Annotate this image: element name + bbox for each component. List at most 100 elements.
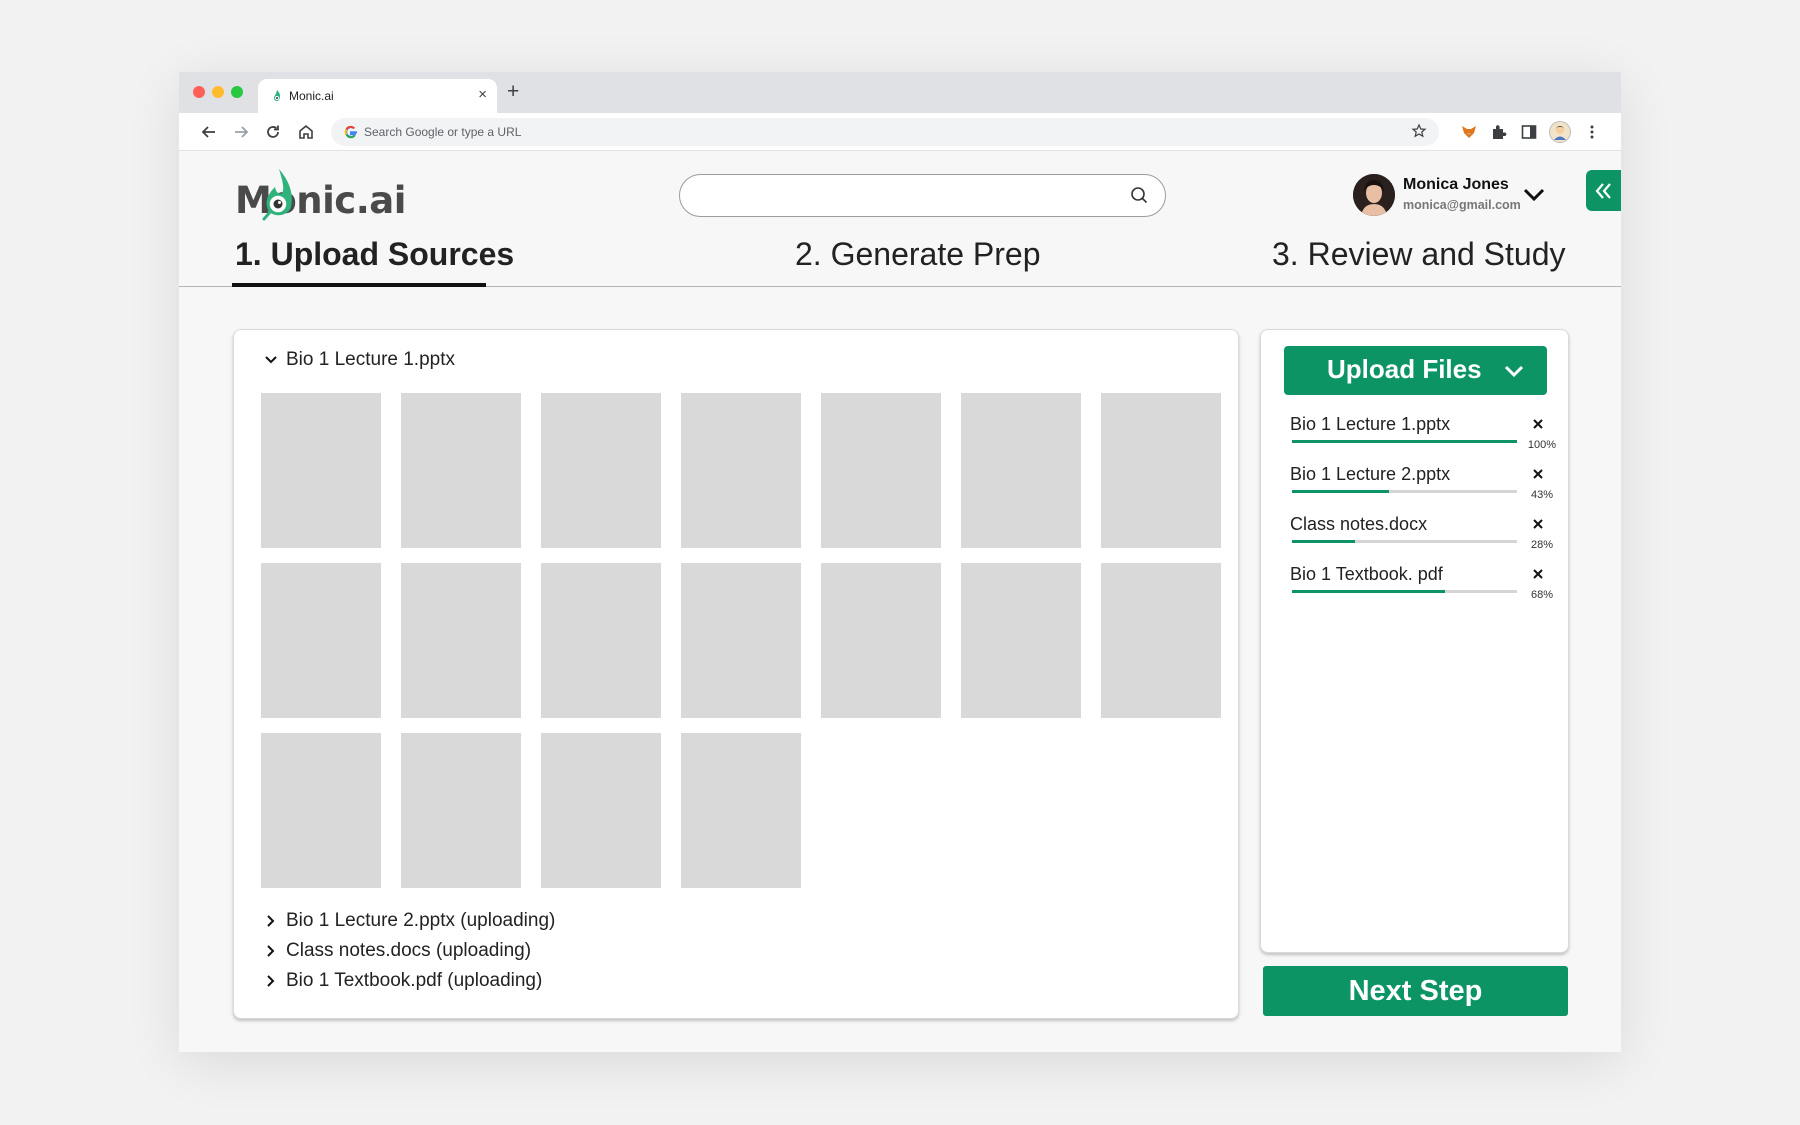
browser-toolbar: Search Google or type a URL <box>179 113 1621 151</box>
slide-thumbnail[interactable] <box>541 563 661 718</box>
active-step-indicator <box>232 283 486 287</box>
upload-files-button[interactable]: Upload Files <box>1284 346 1547 395</box>
chevron-right-icon <box>267 945 275 957</box>
chevron-right-icon <box>267 915 275 927</box>
slide-thumbnail[interactable] <box>401 393 521 548</box>
maximize-window-button[interactable] <box>231 86 243 98</box>
upload-item: Bio 1 Lecture 1.pptx 100% <box>1290 414 1560 462</box>
slide-thumbnail[interactable] <box>401 733 521 888</box>
side-panel-icon[interactable] <box>1520 123 1538 141</box>
user-name: Monica Jones <box>1403 176 1509 193</box>
arrow-right-icon[interactable] <box>231 122 251 142</box>
step-generate-prep[interactable]: 2. Generate Prep <box>795 236 1040 273</box>
chevron-down-icon <box>265 356 277 364</box>
chevron-down-icon <box>1504 365 1524 378</box>
slide-thumbnail[interactable] <box>821 393 941 548</box>
slide-thumbnail[interactable] <box>961 563 1081 718</box>
file-name: Bio 1 Lecture 1.pptx <box>286 349 455 370</box>
slide-thumbnail[interactable] <box>541 733 661 888</box>
more-options-icon[interactable] <box>1583 123 1601 141</box>
close-icon[interactable] <box>1532 468 1544 480</box>
avatar[interactable] <box>1353 174 1395 216</box>
upload-percent: 100% <box>1527 439 1557 451</box>
slide-thumbnail[interactable] <box>401 563 521 718</box>
chevron-right-icon <box>267 975 275 987</box>
upload-progress-fill <box>1292 440 1517 443</box>
upload-file-name: Bio 1 Lecture 1.pptx <box>1290 414 1451 434</box>
slide-thumbnail[interactable] <box>1101 393 1221 548</box>
tab-close-icon[interactable]: × <box>478 86 487 103</box>
upload-item: Class notes.docx 28% <box>1290 514 1560 562</box>
file-row-expanded[interactable]: Bio 1 Lecture 1.pptx <box>264 349 455 371</box>
flame-eye-icon <box>262 169 292 221</box>
upload-file-name: Bio 1 Lecture 2.pptx <box>1290 464 1451 484</box>
next-step-button[interactable]: Next Step <box>1263 966 1568 1016</box>
file-name: Class notes.docs (uploading) <box>286 940 532 961</box>
collapse-panel-button[interactable] <box>1586 170 1621 211</box>
arrow-left-icon[interactable] <box>199 122 219 142</box>
close-window-button[interactable] <box>193 86 205 98</box>
slide-thumbnail[interactable] <box>681 733 801 888</box>
file-row-collapsed[interactable]: Bio 1 Textbook.pdf (uploading) <box>264 970 542 992</box>
puzzle-extension-icon[interactable] <box>1490 123 1508 141</box>
slide-thumbnail[interactable] <box>261 563 381 718</box>
slide-thumbnail[interactable] <box>681 393 801 548</box>
uploads-panel: Upload Files Bio 1 Lecture 1.pptx 100% B… <box>1260 329 1569 953</box>
slide-thumbnail[interactable] <box>1101 563 1221 718</box>
upload-progress-fill <box>1292 590 1445 593</box>
upload-progress-bar <box>1292 490 1517 493</box>
upload-file-name: Class notes.docx <box>1290 514 1428 534</box>
close-icon[interactable] <box>1532 418 1544 430</box>
reload-icon[interactable] <box>263 122 283 142</box>
upload-progress-bar <box>1292 440 1517 443</box>
close-icon[interactable] <box>1532 568 1544 580</box>
search-input[interactable] <box>679 174 1166 217</box>
upload-progress-fill <box>1292 540 1355 543</box>
file-name: Bio 1 Lecture 2.pptx (uploading) <box>286 910 556 931</box>
home-icon[interactable] <box>296 122 316 142</box>
app-logo[interactable]: Monic.ai <box>235 167 406 227</box>
upload-percent: 28% <box>1530 539 1554 551</box>
upload-progress-fill <box>1292 490 1389 493</box>
chevron-down-icon[interactable] <box>1522 187 1546 203</box>
file-row-collapsed[interactable]: Class notes.docs (uploading) <box>264 940 531 962</box>
google-icon <box>344 125 357 139</box>
favicon-icon <box>274 90 281 102</box>
upload-files-label: Upload Files <box>1327 354 1482 384</box>
new-tab-button[interactable]: + <box>507 81 519 102</box>
address-bar[interactable]: Search Google or type a URL <box>331 118 1439 146</box>
slide-thumbnail[interactable] <box>261 393 381 548</box>
browser-tab[interactable]: Monic.ai × <box>258 79 497 113</box>
upload-percent: 68% <box>1530 589 1554 601</box>
upload-item: Bio 1 Lecture 2.pptx 43% <box>1290 464 1560 512</box>
user-photo <box>1353 174 1395 216</box>
tab-title: Monic.ai <box>289 89 334 103</box>
slide-thumbnail[interactable] <box>541 393 661 548</box>
sources-panel: Bio 1 Lecture 1.pptx Bio 1 Lecture 2.ppt… <box>233 329 1239 1019</box>
slide-thumbnail[interactable] <box>681 563 801 718</box>
slide-grid <box>261 393 1224 888</box>
profile-avatar-icon[interactable] <box>1549 121 1571 143</box>
fox-extension-icon[interactable] <box>1460 123 1478 141</box>
user-email: monica@gmail.com <box>1403 198 1521 212</box>
address-bar-placeholder: Search Google or type a URL <box>364 125 522 139</box>
slide-thumbnail[interactable] <box>821 563 941 718</box>
tab-strip: Monic.ai × + <box>179 72 1621 113</box>
file-name: Bio 1 Textbook.pdf (uploading) <box>286 970 543 991</box>
search-icon[interactable] <box>1130 186 1149 205</box>
file-row-collapsed[interactable]: Bio 1 Lecture 2.pptx (uploading) <box>264 910 555 932</box>
upload-item: Bio 1 Textbook. pdf 68% <box>1290 564 1560 612</box>
slide-thumbnail[interactable] <box>961 393 1081 548</box>
close-icon[interactable] <box>1532 518 1544 530</box>
slide-thumbnail[interactable] <box>261 733 381 888</box>
step-upload-sources[interactable]: 1. Upload Sources <box>235 236 514 273</box>
upload-progress-bar <box>1292 540 1517 543</box>
upload-progress-bar <box>1292 590 1517 593</box>
minimize-window-button[interactable] <box>212 86 224 98</box>
star-icon[interactable] <box>1411 123 1427 139</box>
upload-file-name: Bio 1 Textbook. pdf <box>1290 564 1443 584</box>
upload-percent: 43% <box>1530 489 1554 501</box>
step-review-and-study[interactable]: 3. Review and Study <box>1272 236 1566 273</box>
double-chevron-left-icon <box>1595 183 1611 199</box>
browser-window: Monic.ai × + Search Google or type a URL… <box>179 72 1621 1052</box>
